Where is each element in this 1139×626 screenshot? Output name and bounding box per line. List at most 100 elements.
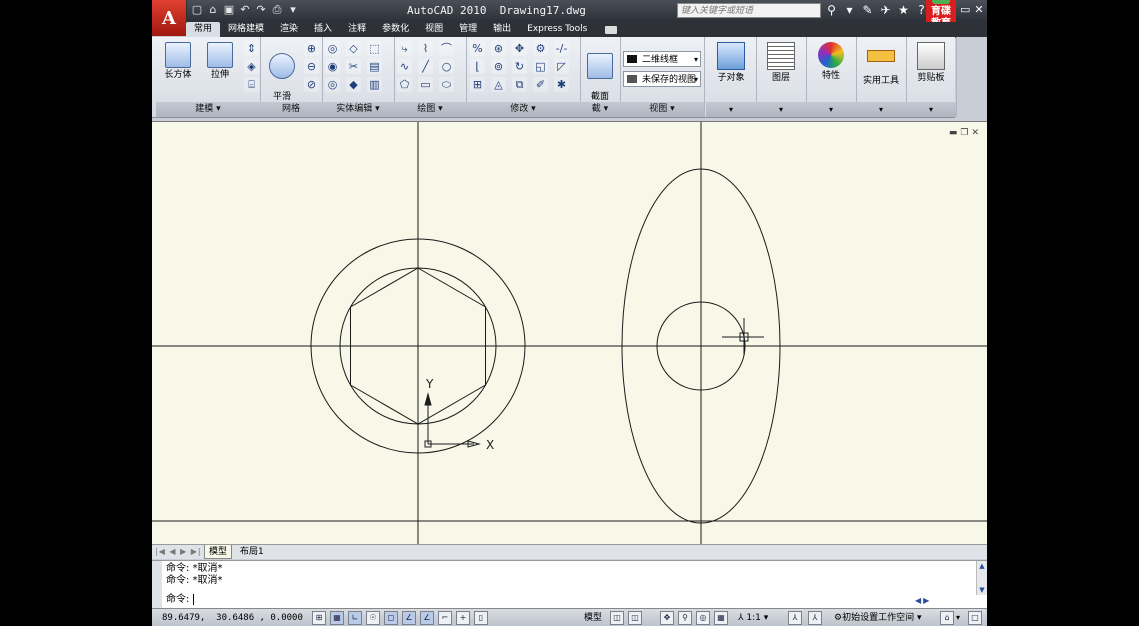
new-icon[interactable]: ▢ xyxy=(190,3,204,17)
close-icon[interactable]: ✕ xyxy=(974,3,983,16)
tab-express-tools[interactable]: Express Tools xyxy=(519,22,595,37)
scale-icon[interactable]: ◬ xyxy=(491,77,506,92)
rotate3d-icon[interactable]: ⊛ xyxy=(491,41,506,56)
polar-icon[interactable]: ☉ xyxy=(366,611,380,625)
explode-icon[interactable]: ✱ xyxy=(554,77,569,92)
coordinate-readout[interactable]: 89.6479, 30.6486 , 0.0000 xyxy=(162,609,303,626)
save-icon[interactable]: ▣ xyxy=(222,3,236,17)
polygon-icon[interactable]: ⬠ xyxy=(397,77,412,92)
circle-icon[interactable]: ○ xyxy=(439,59,454,74)
restore-icon[interactable]: ▭ xyxy=(960,3,970,16)
separate-icon[interactable]: ⬚ xyxy=(367,41,382,56)
tab-insert[interactable]: 插入 xyxy=(306,22,340,37)
extract-edges-icon[interactable]: ◇ xyxy=(346,41,361,56)
slice-icon[interactable]: ✂ xyxy=(346,59,361,74)
lineweight-icon[interactable]: ▯ xyxy=(474,611,488,625)
annotation-visibility-icon[interactable]: ⅄ xyxy=(788,611,802,625)
command-scrollbar[interactable]: ▲ ▼ xyxy=(976,561,987,595)
ellipse-icon[interactable]: ⬭ xyxy=(439,77,454,92)
scroll-up-icon[interactable]: ▲ xyxy=(977,561,987,571)
dropdown-icon[interactable]: ▾ xyxy=(842,3,857,18)
chevron-down-icon[interactable]: ▾ xyxy=(906,102,956,117)
move-icon[interactable]: ✥ xyxy=(512,41,527,56)
clean-screen-icon[interactable]: □ xyxy=(968,611,982,625)
grid-icon[interactable]: ▦ xyxy=(330,611,344,625)
favorites-icon[interactable]: ★ xyxy=(896,3,911,18)
chevron-down-icon[interactable]: ▾ xyxy=(806,102,856,117)
spline-icon[interactable]: ∿ xyxy=(397,59,412,74)
dropdown-icon[interactable]: ▾ xyxy=(286,3,300,17)
extrude-button[interactable]: 拉伸 xyxy=(200,39,240,81)
thicken-icon[interactable]: ◆ xyxy=(346,77,361,92)
loft-icon[interactable]: ⌸ xyxy=(244,77,259,92)
scroll-right-icon[interactable]: ▶ xyxy=(923,596,929,607)
snap-icon[interactable]: ⊞ xyxy=(312,611,326,625)
pan-icon[interactable]: ◎ xyxy=(696,611,710,625)
subtract-icon[interactable]: ◉ xyxy=(325,59,340,74)
quick-view-layouts-icon[interactable]: ◫ xyxy=(610,611,624,625)
polyline-icon[interactable]: ⤷ xyxy=(397,41,412,56)
binoculars-icon[interactable]: ⚲ xyxy=(824,3,839,18)
union-icon[interactable]: ◎ xyxy=(325,41,340,56)
scroll-left-icon[interactable]: ◀ xyxy=(915,596,921,607)
shell-icon[interactable]: ▤ xyxy=(367,59,382,74)
clipboard-tool[interactable]: 剪贴板 ▾ xyxy=(906,37,957,117)
command-hscroll[interactable]: ◀ ▶ xyxy=(915,596,973,607)
auto-scale-icon[interactable]: ⅄ xyxy=(808,611,822,625)
panel-label-modify[interactable]: 修改 ▾ xyxy=(466,102,580,117)
tab-render[interactable]: 渲染 xyxy=(272,22,306,37)
properties-tool[interactable]: 特性 ▾ xyxy=(806,37,857,117)
quick-view-drawings-icon[interactable]: ◫ xyxy=(628,611,642,625)
extrude-faces-icon[interactable]: ▥ xyxy=(367,77,382,92)
showmotion-icon[interactable]: ▦ xyxy=(714,611,728,625)
named-view-select[interactable]: 未保存的视图 ▾ xyxy=(623,71,701,87)
rotate-icon[interactable]: ↻ xyxy=(512,59,527,74)
model-space-label[interactable]: 模型 xyxy=(584,609,602,626)
box-button[interactable]: 长方体 xyxy=(158,39,198,81)
tab-output[interactable]: 输出 xyxy=(485,22,519,37)
tab-view[interactable]: 视图 xyxy=(417,22,451,37)
mesh-smooth-more-icon[interactable]: ⊕ xyxy=(304,41,319,56)
3d-osnap-icon[interactable]: ∠ xyxy=(402,611,416,625)
panel-label-view[interactable]: 视图 ▾ xyxy=(620,102,704,117)
rectangle-icon[interactable]: ▭ xyxy=(418,77,433,92)
line-icon[interactable]: ╱ xyxy=(418,59,433,74)
otrack-icon[interactable]: ∠ xyxy=(420,611,434,625)
status-menu-icon[interactable]: ▾ xyxy=(956,609,960,626)
copy-icon[interactable]: ⧉ xyxy=(512,77,527,92)
layers-tool[interactable]: 图层 ▾ xyxy=(756,37,807,117)
plot-icon[interactable]: ⎙ xyxy=(270,3,284,17)
3d-align-icon[interactable]: ⊚ xyxy=(491,59,506,74)
chamfer-icon[interactable]: ◸ xyxy=(554,59,569,74)
subobject-tool[interactable]: 子对象 ▾ xyxy=(706,37,757,117)
intersect-icon[interactable]: ◎ xyxy=(325,77,340,92)
zoom-icon[interactable]: ⚲ xyxy=(678,611,692,625)
chevron-down-icon[interactable]: ▾ xyxy=(706,102,756,117)
steering-wheel-icon[interactable]: ✥ xyxy=(660,611,674,625)
undo-icon[interactable]: ↶ xyxy=(238,3,252,17)
communication-icon[interactable]: ✈ xyxy=(878,3,893,18)
polysolid-icon[interactable]: ⌇ xyxy=(418,41,433,56)
lock-icon[interactable]: ⌂ xyxy=(940,611,954,625)
stretch-icon[interactable]: ◱ xyxy=(533,59,548,74)
utilities-tool[interactable]: 实用工具 ▾ xyxy=(856,37,907,117)
redo-icon[interactable]: ↷ xyxy=(254,3,268,17)
arc-icon[interactable]: ⌒ xyxy=(439,41,454,56)
wrench-icon[interactable]: ✎ xyxy=(860,3,875,18)
search-input[interactable]: 键入关键字或短语 xyxy=(677,3,821,18)
layout-nav-arrows[interactable]: |◀ ◀ ▶ ▶| xyxy=(155,545,202,559)
panel-label-section[interactable]: 截 ▾ xyxy=(580,102,620,117)
annotation-scale[interactable]: ⅄ 1:1 ▾ xyxy=(738,609,768,626)
chevron-down-icon[interactable]: ▾ xyxy=(856,102,906,117)
ortho-icon[interactable]: ∟ xyxy=(348,611,362,625)
mirror-icon[interactable]: ⊞ xyxy=(470,77,485,92)
fillet-icon[interactable]: % xyxy=(470,41,485,56)
tab-model[interactable]: 模型 xyxy=(204,545,233,559)
tab-manage[interactable]: 管理 xyxy=(451,22,485,37)
mesh-smooth-less-icon[interactable]: ⊖ xyxy=(304,59,319,74)
panel-label-modeling[interactable]: 建模 ▾ xyxy=(156,102,260,117)
chevron-down-icon[interactable]: ▾ xyxy=(756,102,806,117)
tab-home[interactable]: 常用 xyxy=(186,22,221,37)
drawing-canvas[interactable]: ▬ ❐ ✕ Y X xyxy=(152,121,987,545)
tab-annotate[interactable]: 注释 xyxy=(340,22,374,37)
